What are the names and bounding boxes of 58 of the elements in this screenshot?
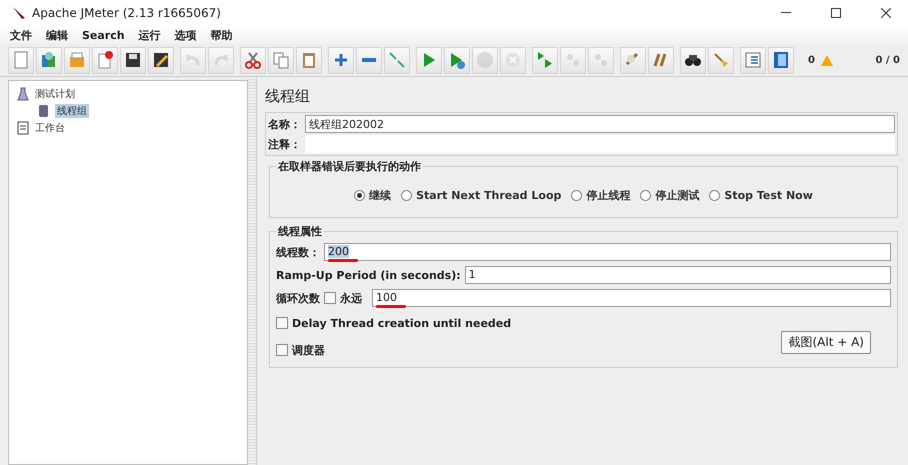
- radio-button[interactable]: [709, 190, 720, 201]
- checkbox[interactable]: [324, 292, 336, 304]
- radio-button[interactable]: [401, 190, 412, 201]
- loop-count-field[interactable]: 100: [372, 289, 891, 307]
- minimize-icon: [781, 12, 791, 14]
- toolbar-button[interactable]: [680, 46, 706, 74]
- save-icon: [123, 50, 143, 70]
- maximize-icon: [831, 8, 841, 18]
- cut-icon: [243, 50, 263, 70]
- radio-option[interactable]: Start Next Thread Loop: [401, 188, 562, 203]
- menu-item[interactable]: Search: [82, 28, 125, 42]
- menu-item[interactable]: 文件: [10, 28, 32, 42]
- tree-item[interactable]: 线程组: [55, 104, 89, 118]
- window-title: Apache JMeter (2.13 r1665067): [32, 6, 222, 20]
- panel-title: 线程组: [265, 86, 311, 107]
- spool-icon: [37, 104, 51, 118]
- warning-icon: [820, 54, 833, 66]
- tree-item[interactable]: 工作台: [33, 120, 67, 134]
- warning-count: 0: [808, 54, 815, 66]
- radio-option[interactable]: 停止测试: [640, 188, 700, 203]
- radio-option[interactable]: Stop Test Now: [709, 188, 813, 203]
- field-label: 名称：: [268, 116, 301, 132]
- menu-item[interactable]: 运行: [138, 28, 161, 42]
- minus-icon: [362, 58, 376, 62]
- field-label: 循环次数: [276, 290, 320, 306]
- tooltip: 截图(Alt + A): [781, 331, 871, 354]
- toolbar-button[interactable]: [148, 46, 174, 74]
- radio-button[interactable]: [571, 190, 582, 201]
- field-label: 线程数：: [276, 244, 320, 260]
- ramp-up-field[interactable]: 1: [464, 266, 891, 284]
- radio-option[interactable]: 继续: [354, 188, 392, 203]
- menu-item[interactable]: 帮助: [210, 28, 233, 42]
- field-label: 注释：: [268, 136, 301, 152]
- group-title: 在取样器错误后要执行的动作: [277, 159, 422, 174]
- flask-icon: [17, 86, 29, 100]
- checkbox-label: Delay Thread creation until needed: [292, 316, 512, 330]
- open-icon: [67, 50, 87, 70]
- tree-item[interactable]: 测试计划: [33, 86, 77, 100]
- thread-count: 0 / 0: [875, 54, 900, 66]
- radio-button[interactable]: [354, 190, 366, 201]
- field-label: Ramp-Up Period (in seconds):: [276, 268, 461, 282]
- radio-button[interactable]: [640, 190, 652, 201]
- copy-icon: [271, 50, 291, 70]
- checkbox[interactable]: [276, 317, 288, 329]
- menu-item[interactable]: 编辑: [46, 28, 68, 42]
- feather-icon: [12, 6, 26, 20]
- radio-option[interactable]: 停止线程: [571, 188, 630, 203]
- toolbar-button[interactable]: [120, 46, 146, 74]
- name-field[interactable]: 线程组202002: [305, 115, 895, 133]
- checkbox-label: 永远: [340, 290, 362, 306]
- checkbox[interactable]: [276, 344, 288, 356]
- checkbox-label: 调度器: [292, 342, 325, 358]
- thread-count-field[interactable]: 200: [324, 243, 891, 261]
- menu-item[interactable]: 选项: [174, 28, 197, 42]
- annotation-underline: [328, 259, 358, 262]
- annotation-underline: [376, 305, 406, 308]
- clipboard-icon: [17, 120, 29, 134]
- group-title: 线程属性: [276, 224, 323, 239]
